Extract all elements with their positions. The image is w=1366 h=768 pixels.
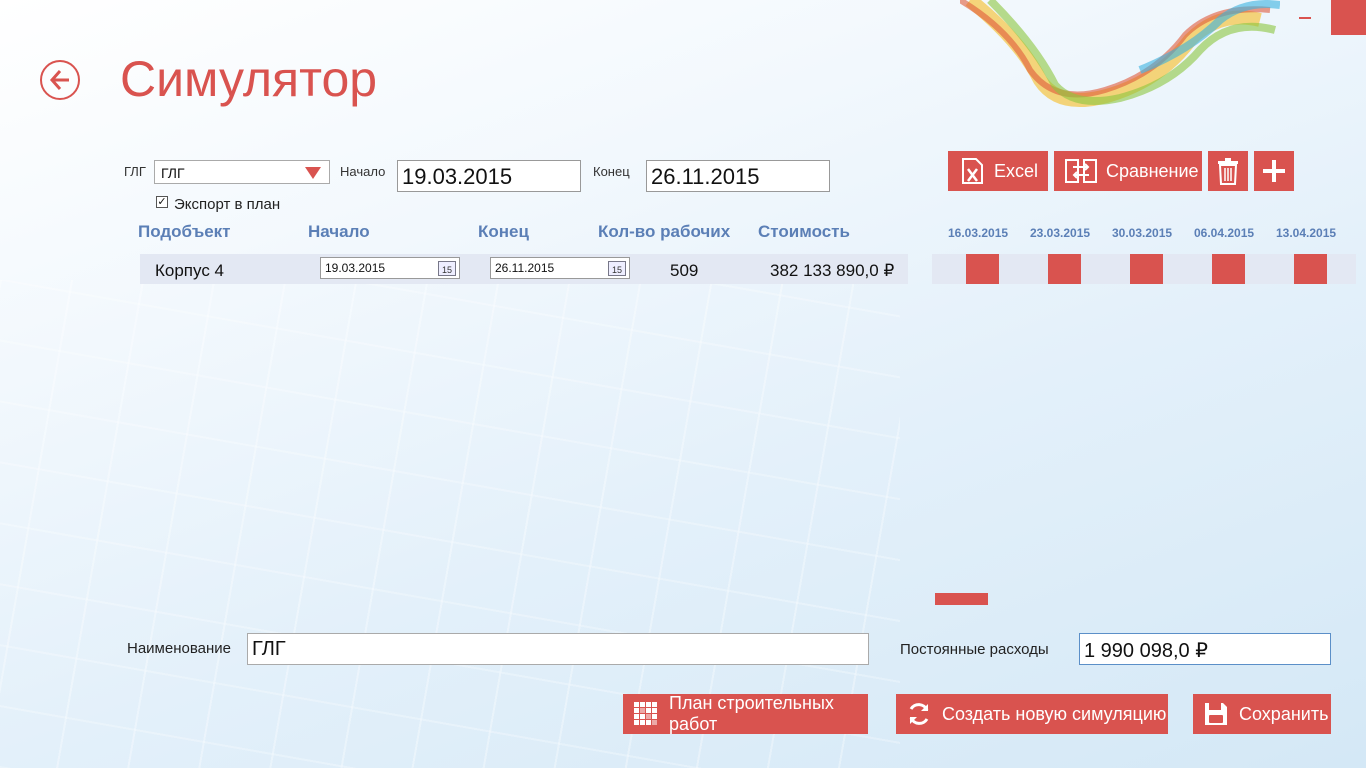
save-label: Сохранить	[1239, 703, 1329, 724]
row-start-date-picker[interactable]: 19.03.2015 15	[320, 257, 460, 279]
trash-icon	[1217, 157, 1239, 185]
row-start-date-value: 19.03.2015	[325, 261, 386, 275]
fixed-costs-input[interactable]: 1 990 098,0 ₽	[1079, 633, 1331, 665]
gantt-bar[interactable]	[1294, 254, 1327, 284]
glg-label: ГЛГ	[124, 164, 146, 179]
delete-button[interactable]	[1208, 151, 1248, 191]
minimize-button[interactable]	[1299, 17, 1311, 19]
gantt-date-header: 06.04.2015	[1194, 226, 1255, 240]
construction-plan-button[interactable]: План строительных работ	[623, 693, 868, 734]
back-button[interactable]	[40, 60, 80, 100]
refresh-icon	[906, 701, 932, 727]
gantt-date-header: 13.04.2015	[1276, 226, 1337, 240]
grid-icon	[633, 701, 659, 727]
dropdown-arrow-icon	[305, 167, 321, 179]
page-title: Симулятор	[120, 51, 378, 107]
column-header-subobject: Подобъект	[138, 222, 231, 241]
start-date-input[interactable]: 19.03.2015	[397, 160, 581, 192]
gantt-scrollbar-thumb[interactable]	[935, 593, 988, 605]
add-button[interactable]	[1254, 151, 1294, 191]
workers-cell: 509	[670, 261, 699, 280]
gantt-bar[interactable]	[1212, 254, 1245, 284]
new-simulation-label: Создать новую симуляцию	[942, 703, 1167, 724]
glg-select[interactable]: ГЛГ	[154, 160, 330, 184]
gantt-bar[interactable]	[966, 254, 999, 284]
end-label: Конец	[593, 164, 630, 179]
gantt-bar[interactable]	[1048, 254, 1081, 284]
subobject-cell: Корпус 4	[155, 261, 225, 280]
gantt-bar[interactable]	[1130, 254, 1163, 284]
column-header-end: Конец	[478, 222, 529, 241]
gantt-date-header: 30.03.2015	[1112, 226, 1173, 240]
cost-cell: 382 133 890,0 ₽	[770, 261, 895, 280]
column-header-start: Начало	[308, 222, 370, 241]
column-header-cost: Стоимость	[758, 222, 850, 241]
save-button[interactable]: Сохранить	[1193, 694, 1331, 734]
decorative-swirl	[960, 0, 1280, 107]
gantt-date-header: 23.03.2015	[1030, 226, 1091, 240]
end-date-input[interactable]: 26.11.2015	[646, 160, 830, 192]
compare-button[interactable]: Сравнение	[1054, 151, 1202, 191]
compare-icon	[1064, 156, 1098, 186]
close-button[interactable]	[1331, 0, 1366, 35]
plus-icon	[1261, 158, 1287, 184]
calendar-icon[interactable]: 15	[438, 261, 456, 276]
row-end-date-value: 26.11.2015	[495, 261, 555, 275]
excel-icon	[958, 156, 988, 186]
compare-label: Сравнение	[1106, 160, 1199, 181]
glg-select-value: ГЛГ	[161, 165, 185, 181]
gantt-row	[932, 254, 1356, 284]
construction-plan-label: План строительных работ	[669, 693, 834, 734]
gantt-date-header: 16.03.2015	[948, 226, 1009, 240]
row-end-date-picker[interactable]: 26.11.2015 15	[490, 257, 630, 279]
table-row[interactable]: Корпус 4 19.03.2015 15 26.11.2015 15 509…	[140, 254, 908, 284]
start-label: Начало	[340, 164, 386, 179]
excel-label: Excel	[994, 160, 1039, 181]
calendar-icon[interactable]: 15	[608, 261, 626, 276]
fixed-costs-label: Постоянные расходы	[900, 641, 1049, 658]
excel-button[interactable]: Excel	[948, 151, 1048, 191]
name-label: Наименование	[127, 640, 231, 657]
floppy-disk-icon	[1203, 701, 1229, 727]
arrow-left-icon	[49, 70, 69, 90]
export-label: Экспорт в план	[174, 196, 281, 213]
name-input[interactable]: ГЛГ	[247, 633, 869, 665]
new-simulation-button[interactable]: Создать новую симуляцию	[896, 694, 1168, 734]
column-header-workers: Кол-во рабочих	[598, 222, 731, 241]
export-checkbox[interactable]: ✓	[156, 196, 168, 208]
